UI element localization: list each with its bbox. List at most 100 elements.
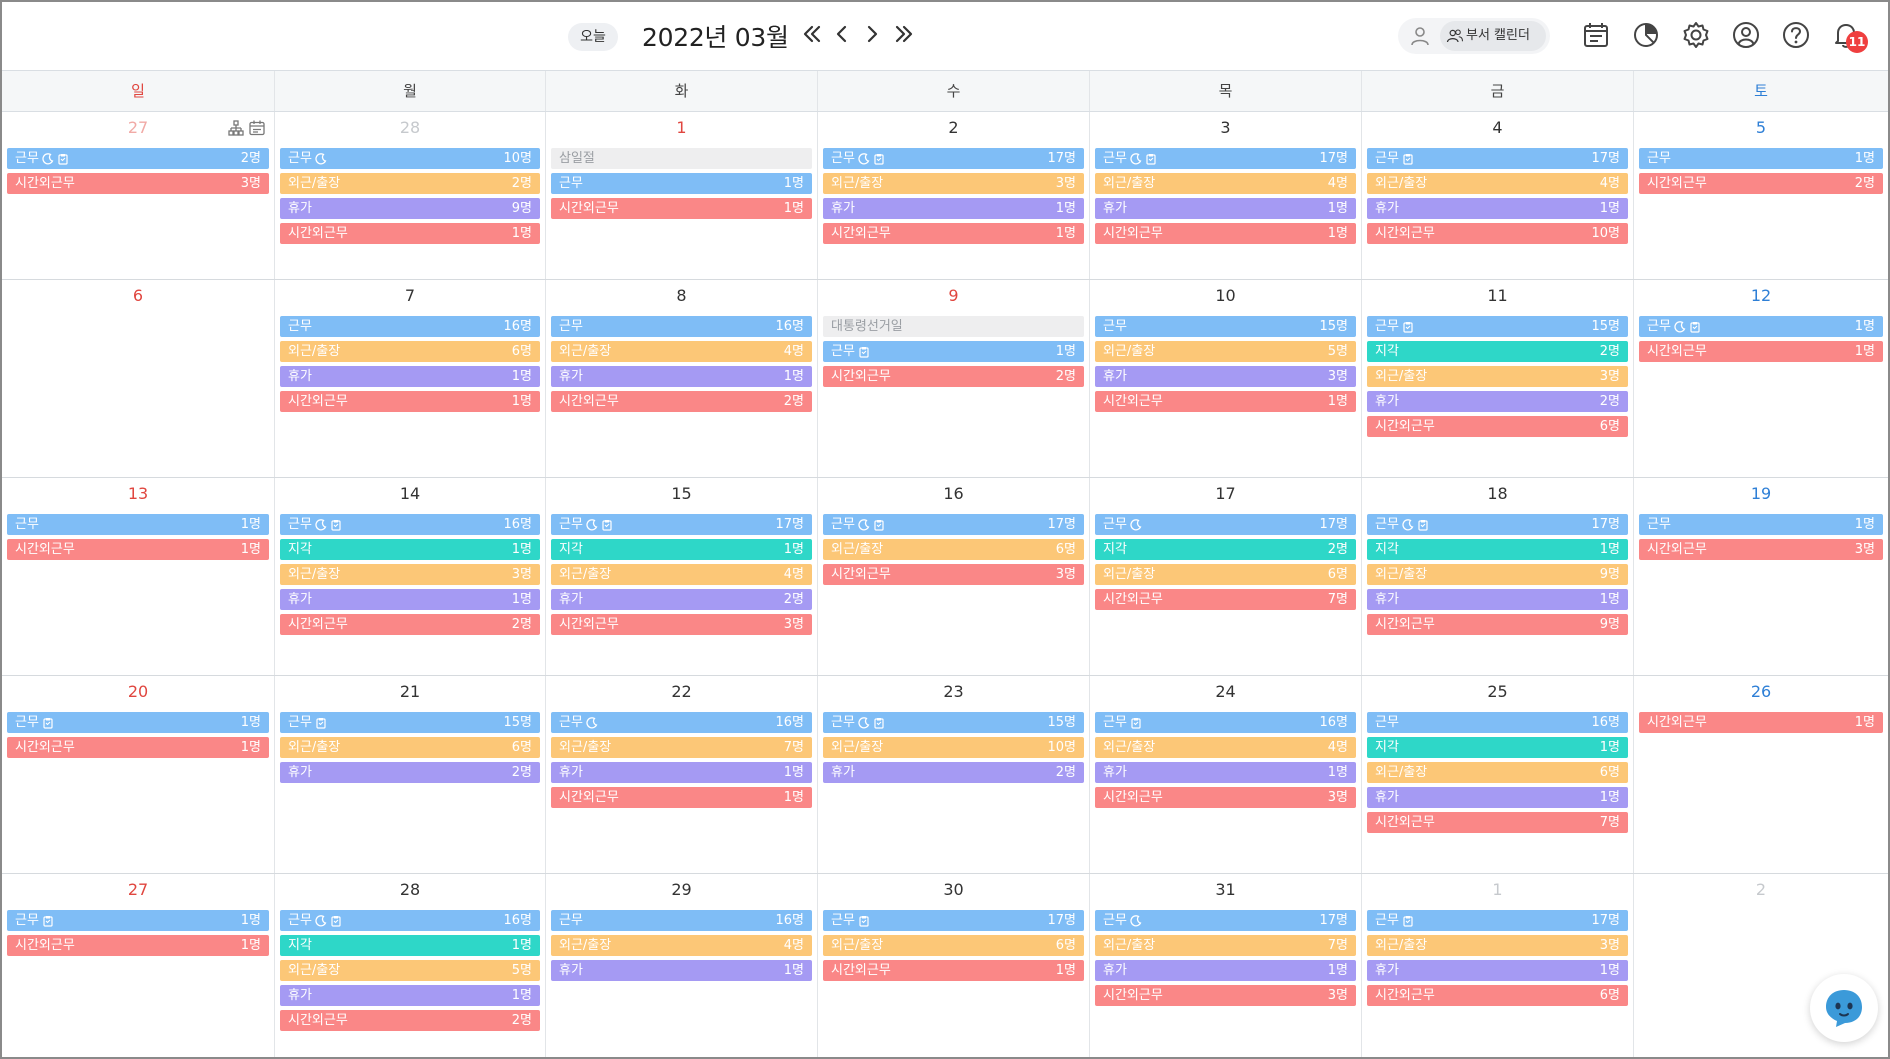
day-cell[interactable]: 9 대통령선거일 근무 1명 시간외근무 2명	[817, 280, 1089, 477]
event-bar-out[interactable]: 외근/출장 3명	[823, 173, 1084, 194]
day-cell[interactable]: 12 근무 1명 시간외근무 1명	[1633, 280, 1888, 477]
prev-year-button[interactable]	[798, 18, 826, 50]
profile-button[interactable]	[1730, 19, 1762, 51]
event-bar-vac[interactable]: 휴가 2명	[280, 762, 540, 783]
day-cell[interactable]: 18 근무 17명 지각 1명 외근/출장 9명 휴가 1명 시간외근무 9명	[1361, 478, 1633, 675]
event-bar-vac[interactable]: 휴가 1명	[1095, 198, 1356, 219]
event-bar-vac[interactable]: 휴가 3명	[1095, 366, 1356, 387]
day-cell[interactable]: 17 근무 17명 지각 2명 외근/출장 6명 시간외근무 7명	[1089, 478, 1361, 675]
day-cell[interactable]: 21 근무 15명 외근/출장 6명 휴가 2명	[274, 676, 545, 873]
event-bar-ot[interactable]: 시간외근무 10명	[1367, 223, 1628, 244]
next-year-button[interactable]	[890, 18, 918, 50]
day-cell[interactable]: 24 근무 16명 외근/출장 4명 휴가 1명 시간외근무 3명	[1089, 676, 1361, 873]
event-bar-work[interactable]: 근무 17명	[1095, 910, 1356, 931]
event-bar-ot[interactable]: 시간외근무 1명	[1639, 341, 1883, 362]
event-bar-vac[interactable]: 휴가 1명	[823, 198, 1084, 219]
event-bar-ot[interactable]: 시간외근무 1명	[551, 198, 812, 219]
org-chart-icon[interactable]	[227, 119, 245, 137]
event-bar-work[interactable]: 근무 17명	[823, 514, 1084, 535]
event-bar-vac[interactable]: 휴가 1명	[1095, 960, 1356, 981]
next-month-button[interactable]	[858, 18, 886, 50]
event-bar-ot[interactable]: 시간외근무 2명	[280, 614, 540, 635]
event-bar-out[interactable]: 외근/출장 10명	[823, 737, 1084, 758]
day-cell[interactable]: 15 근무 17명 지각 1명 외근/출장 4명 휴가 2명 시간외근무 3명	[545, 478, 817, 675]
event-bar-work[interactable]: 근무 1명	[7, 910, 269, 931]
event-bar-out[interactable]: 외근/출장 4명	[1095, 737, 1356, 758]
event-bar-work[interactable]: 근무 15명	[280, 712, 540, 733]
day-cell[interactable]: 13 근무 1명 시간외근무 1명	[2, 478, 274, 675]
day-cell[interactable]: 8 근무 16명 외근/출장 4명 휴가 1명 시간외근무 2명	[545, 280, 817, 477]
day-cell[interactable]: 30 근무 17명 외근/출장 6명 시간외근무 1명	[817, 874, 1089, 1057]
event-bar-work[interactable]: 근무 1명	[7, 514, 269, 535]
event-bar-ot[interactable]: 시간외근무 1명	[1095, 391, 1356, 412]
event-bar-work[interactable]: 근무 16명	[280, 910, 540, 931]
day-cell[interactable]: 27 근무 2명 시간외근무 3명	[2, 112, 274, 279]
statistics-button[interactable]	[1630, 19, 1662, 51]
event-bar-work[interactable]: 근무 17명	[823, 910, 1084, 931]
event-bar-ot[interactable]: 시간외근무 6명	[1367, 416, 1628, 437]
event-bar-work[interactable]: 근무 16명	[551, 910, 812, 931]
day-cell[interactable]: 19 근무 1명 시간외근무 3명	[1633, 478, 1888, 675]
day-cell[interactable]: 28 근무 16명 지각 1명 외근/출장 5명 휴가 1명 시간외근무 2명	[274, 874, 545, 1057]
event-bar-work[interactable]: 근무 16명	[280, 316, 540, 337]
event-bar-ot[interactable]: 시간외근무 1명	[823, 960, 1084, 981]
event-bar-vac[interactable]: 휴가 1명	[1367, 589, 1628, 610]
event-bar-ot[interactable]: 시간외근무 1명	[7, 737, 269, 758]
event-bar-out[interactable]: 외근/출장 6명	[823, 935, 1084, 956]
event-bar-vac[interactable]: 휴가 2명	[1367, 391, 1628, 412]
day-cell[interactable]: 28 근무 10명 외근/출장 2명 휴가 9명 시간외근무 1명	[274, 112, 545, 279]
day-cell[interactable]: 20 근무 1명 시간외근무 1명	[2, 676, 274, 873]
event-bar-work[interactable]: 근무 10명	[280, 148, 540, 169]
event-bar-holiday[interactable]: 대통령선거일	[823, 316, 1084, 337]
event-bar-out[interactable]: 외근/출장 3명	[1367, 366, 1628, 387]
event-bar-work[interactable]: 근무 17명	[1367, 514, 1628, 535]
event-bar-late[interactable]: 지각 1명	[1367, 737, 1628, 758]
event-bar-work[interactable]: 근무 16명	[551, 712, 812, 733]
event-bar-vac[interactable]: 휴가 1명	[280, 589, 540, 610]
event-bar-vac[interactable]: 휴가 1명	[551, 960, 812, 981]
chatbot-button[interactable]	[1810, 974, 1878, 1042]
event-bar-ot[interactable]: 시간외근무 9명	[1367, 614, 1628, 635]
event-bar-ot[interactable]: 시간외근무 3명	[1095, 985, 1356, 1006]
event-bar-out[interactable]: 외근/출장 5명	[1095, 341, 1356, 362]
event-bar-work[interactable]: 근무 16명	[280, 514, 540, 535]
dept-calendar-button[interactable]: 부서 캘린더	[1440, 21, 1546, 51]
event-bar-out[interactable]: 외근/출장 7명	[1095, 935, 1356, 956]
help-button[interactable]	[1780, 19, 1812, 51]
event-bar-ot[interactable]: 시간외근무 1명	[7, 539, 269, 560]
event-bar-ot[interactable]: 시간외근무 2명	[1639, 173, 1883, 194]
event-bar-ot[interactable]: 시간외근무 1명	[1095, 223, 1356, 244]
event-bar-late[interactable]: 지각 2명	[1095, 539, 1356, 560]
event-bar-work[interactable]: 근무 1명	[7, 712, 269, 733]
day-cell[interactable]: 16 근무 17명 외근/출장 6명 시간외근무 3명	[817, 478, 1089, 675]
day-cell[interactable]: 22 근무 16명 외근/출장 7명 휴가 1명 시간외근무 1명	[545, 676, 817, 873]
event-bar-work[interactable]: 근무 17명	[1367, 148, 1628, 169]
event-bar-work[interactable]: 근무 1명	[1639, 316, 1883, 337]
event-bar-work[interactable]: 근무 17명	[823, 148, 1084, 169]
calendar-view-button[interactable]	[1580, 19, 1612, 51]
day-cell[interactable]: 5 근무 1명 시간외근무 2명	[1633, 112, 1888, 279]
event-bar-work[interactable]: 근무 15명	[1095, 316, 1356, 337]
prev-month-button[interactable]	[828, 18, 856, 50]
event-bar-vac[interactable]: 휴가 1명	[1367, 198, 1628, 219]
day-cell[interactable]: 14 근무 16명 지각 1명 외근/출장 3명 휴가 1명 시간외근무 2명	[274, 478, 545, 675]
day-cell[interactable]: 27 근무 1명 시간외근무 1명	[2, 874, 274, 1057]
event-bar-vac[interactable]: 휴가 1명	[551, 762, 812, 783]
event-bar-ot[interactable]: 시간외근무 1명	[823, 223, 1084, 244]
day-cell[interactable]: 1 삼일절 근무 1명 시간외근무 1명	[545, 112, 817, 279]
event-bar-work[interactable]: 근무 2명	[7, 148, 269, 169]
event-bar-vac[interactable]: 휴가 1명	[280, 366, 540, 387]
event-bar-ot[interactable]: 시간외근무 7명	[1095, 589, 1356, 610]
event-bar-late[interactable]: 지각 2명	[1367, 341, 1628, 362]
event-bar-ot[interactable]: 시간외근무 1명	[7, 935, 269, 956]
day-cell[interactable]: 31 근무 17명 외근/출장 7명 휴가 1명 시간외근무 3명	[1089, 874, 1361, 1057]
event-bar-ot[interactable]: 시간외근무 1명	[280, 223, 540, 244]
event-bar-ot[interactable]: 시간외근무 3명	[823, 564, 1084, 585]
event-bar-late[interactable]: 지각 1명	[280, 935, 540, 956]
day-cell[interactable]: 23 근무 15명 외근/출장 10명 휴가 2명	[817, 676, 1089, 873]
event-bar-out[interactable]: 외근/출장 6명	[1095, 564, 1356, 585]
event-bar-out[interactable]: 외근/출장 4명	[551, 935, 812, 956]
event-bar-out[interactable]: 외근/출장 6명	[280, 341, 540, 362]
event-bar-out[interactable]: 외근/출장 2명	[280, 173, 540, 194]
event-bar-out[interactable]: 외근/출장 6명	[823, 539, 1084, 560]
